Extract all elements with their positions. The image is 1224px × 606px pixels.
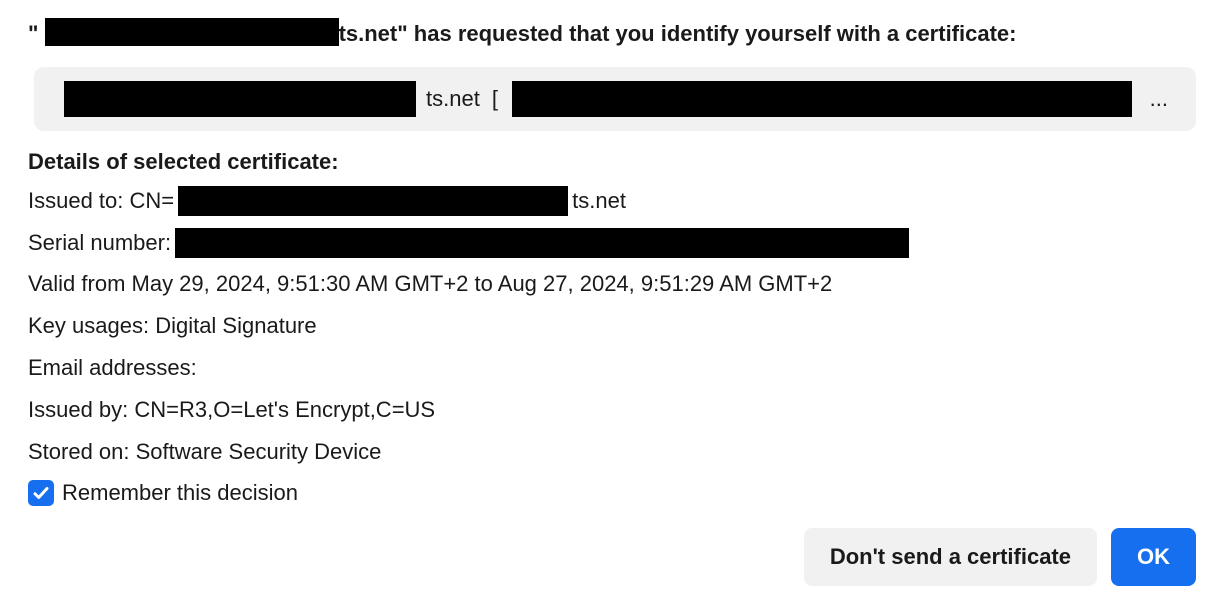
serial-number-line: Serial number: bbox=[28, 227, 1196, 259]
serial-label: Serial number: bbox=[28, 227, 171, 259]
email-addresses-line: Email addresses: bbox=[28, 352, 1196, 384]
quote-open: " bbox=[28, 21, 38, 46]
dont-send-button[interactable]: Don't send a certificate bbox=[804, 528, 1097, 586]
stored-on-text: Stored on: Software Security Device bbox=[28, 436, 381, 468]
issued-to-line: Issued to: CN= ts.net bbox=[28, 185, 1196, 217]
redacted-serial bbox=[175, 228, 909, 258]
header-text: " has requested that you identify yourse… bbox=[397, 21, 1016, 46]
key-usages-line: Key usages: Digital Signature bbox=[28, 310, 1196, 342]
check-icon bbox=[32, 484, 50, 502]
request-header: " ts.net" has requested that you identif… bbox=[28, 18, 1196, 49]
issued-by-text: Issued by: CN=R3,O=Let's Encrypt,C=US bbox=[28, 394, 435, 426]
redacted-domain-prefix bbox=[45, 18, 339, 46]
issued-by-line: Issued by: CN=R3,O=Let's Encrypt,C=US bbox=[28, 394, 1196, 426]
remember-decision-row: Remember this decision bbox=[28, 480, 1196, 506]
details-title: Details of selected certificate: bbox=[28, 149, 1196, 175]
key-usages-text: Key usages: Digital Signature bbox=[28, 310, 317, 342]
email-addresses-text: Email addresses: bbox=[28, 352, 197, 384]
redacted-cert-detail bbox=[512, 81, 1132, 117]
validity-text: Valid from May 29, 2024, 9:51:30 AM GMT+… bbox=[28, 268, 832, 300]
issued-to-label: Issued to: CN= bbox=[28, 185, 174, 217]
bracket-open: [ bbox=[492, 86, 498, 112]
stored-on-line: Stored on: Software Security Device bbox=[28, 436, 1196, 468]
validity-line: Valid from May 29, 2024, 9:51:30 AM GMT+… bbox=[28, 268, 1196, 300]
remember-checkbox[interactable] bbox=[28, 480, 54, 506]
button-row: Don't send a certificate OK bbox=[28, 528, 1196, 586]
remember-label: Remember this decision bbox=[62, 480, 298, 506]
certificate-selector[interactable]: ts.net [ ... bbox=[34, 67, 1196, 131]
ellipsis: ... bbox=[1150, 86, 1168, 112]
issued-to-suffix: ts.net bbox=[572, 185, 626, 217]
domain-suffix: ts.net bbox=[339, 21, 398, 46]
redacted-issued-to bbox=[178, 186, 568, 216]
cert-domain-suffix: ts.net bbox=[426, 86, 480, 112]
ok-button[interactable]: OK bbox=[1111, 528, 1196, 586]
redacted-cert-name bbox=[64, 81, 416, 117]
